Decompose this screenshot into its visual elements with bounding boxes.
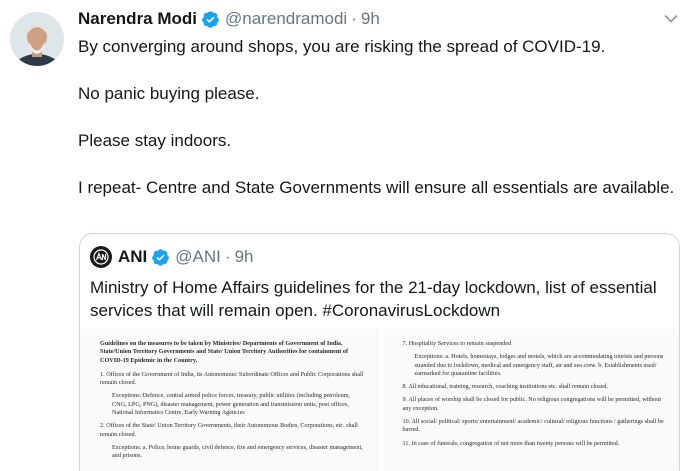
author-handle[interactable]: @narendramodi [225, 9, 347, 29]
doc-item: 10. All social/ political/ sports/ enter… [402, 418, 664, 434]
person-avatar-icon [10, 12, 64, 66]
quoted-author-name: ANI [118, 247, 148, 266]
tweet-timestamp[interactable]: 9h [361, 9, 380, 29]
doc-item-exceptions: Exceptions: a. Police, home guards, civi… [112, 443, 363, 460]
doc-item: 9. All places of worship shall be closed… [402, 396, 662, 412]
tweet-paragraph: No panic buying please. [78, 84, 260, 103]
verified-badge-icon [201, 10, 220, 29]
quoted-tweet-text: Ministry of Home Affairs guidelines for … [90, 278, 657, 320]
document-image-left[interactable]: Guidelines on the measures to be taken b… [80, 329, 381, 471]
tweet-header: Narendra Modi @narendramodi · 9h [78, 8, 380, 30]
quoted-author-handle: @ANI [175, 247, 221, 266]
doc-item: 7. Hospitality Services to remain suspen… [402, 340, 512, 347]
quoted-tweet-media[interactable]: Guidelines on the measures to be taken b… [80, 329, 679, 471]
more-options-button[interactable] [661, 8, 681, 28]
author-name[interactable]: Narendra Modi [78, 9, 197, 29]
doc-heading: Guidelines on the measures to be taken b… [100, 340, 349, 364]
tweet-paragraph: I repeat- Centre and State Governments w… [78, 178, 675, 197]
document-image-right[interactable]: 7. Hospitality Services to remain suspen… [382, 329, 679, 471]
tweet-body: By converging around shops, you are risk… [78, 35, 678, 223]
author-avatar[interactable] [10, 12, 64, 66]
separator-dot: · [351, 9, 357, 28]
doc-item: 2. Offices of the State/ Union Territory… [100, 422, 358, 438]
tweet-paragraph: Please stay indoors. [78, 131, 232, 150]
chevron-down-icon [664, 14, 678, 23]
doc-item: 11. In case of funerals, congregation of… [402, 439, 620, 447]
ani-logo-icon [93, 249, 109, 265]
doc-item: 8. All educational, training, research, … [402, 383, 609, 391]
doc-item: 1. Offices of the Government of India, i… [100, 370, 364, 387]
verified-badge-icon [151, 248, 170, 267]
quoted-tweet-header: ANI @ANI · 9h [90, 245, 253, 269]
quoted-author-avatar[interactable] [90, 246, 112, 268]
quoted-tweet-card[interactable]: ANI @ANI · 9h Ministry of Home Affairs g… [79, 233, 680, 471]
quoted-tweet-timestamp: 9h [234, 247, 254, 266]
tweet-paragraph: By converging around shops, you are risk… [78, 37, 606, 56]
doc-item-exceptions: Exceptions: Defence, central armed polic… [112, 392, 351, 417]
separator-dot: · [224, 247, 231, 266]
doc-item-exceptions: Exceptions: a. Hotels, homestays, lodges… [414, 353, 664, 377]
